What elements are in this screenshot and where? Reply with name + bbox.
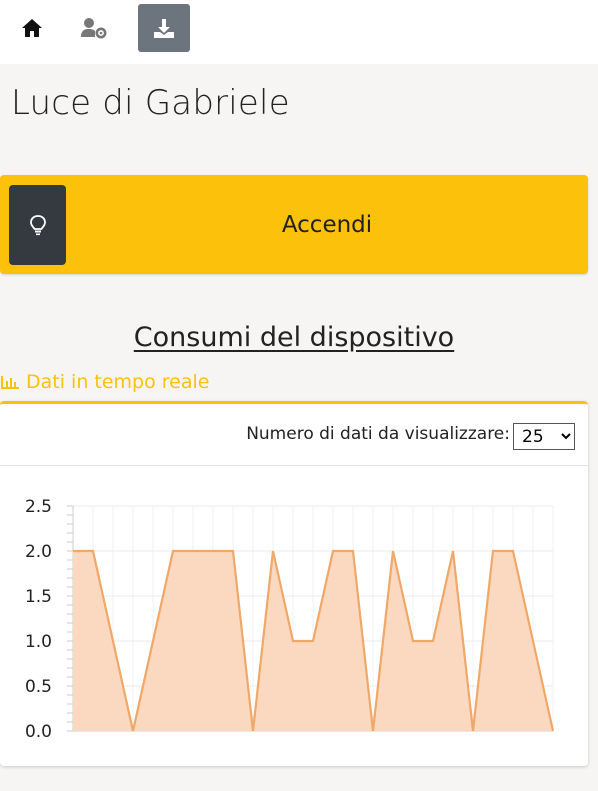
download-button[interactable] <box>138 4 190 52</box>
chart-y-tick-label: 2.5 <box>25 497 52 517</box>
chart-y-tick-label: 2.0 <box>25 542 52 562</box>
consumption-chart: 0.0 0.5 1.0 1.5 2.0 2.5 <box>0 466 588 766</box>
power-toggle-button[interactable]: Accendi <box>0 175 588 274</box>
chart-svg: 0.0 0.5 1.0 1.5 2.0 2.5 <box>25 497 555 742</box>
card-header: Numero di dati da visualizzare: 25 <box>0 404 588 466</box>
chart-y-tick-label: 1.5 <box>25 587 52 607</box>
realtime-header: Dati in tempo reale <box>0 371 209 393</box>
download-icon <box>154 19 174 38</box>
page-title: Luce di Gabriele <box>11 83 290 123</box>
top-navbar <box>0 0 598 64</box>
home-icon <box>22 19 42 37</box>
user-cog-icon <box>81 18 107 39</box>
consumption-title: Consumi del dispositivo <box>133 322 455 353</box>
data-count-label: Numero di dati da visualizzare: <box>246 424 510 444</box>
bar-chart-icon <box>1 376 19 389</box>
data-count-select[interactable]: 25 <box>513 423 575 450</box>
chart-y-tick-label: 0.0 <box>25 722 52 742</box>
power-toggle-label: Accendi <box>281 211 373 238</box>
chart-y-tick-label: 1.0 <box>25 632 52 652</box>
chart-y-tick-label: 0.5 <box>25 677 52 697</box>
user-settings-button[interactable] <box>68 4 120 52</box>
home-button[interactable] <box>6 4 58 52</box>
consumption-card: Numero di dati da visualizzare: 25 0.0 0.… <box>0 401 588 766</box>
realtime-label: Dati in tempo reale <box>26 371 210 393</box>
lightbulb-icon <box>9 185 66 265</box>
